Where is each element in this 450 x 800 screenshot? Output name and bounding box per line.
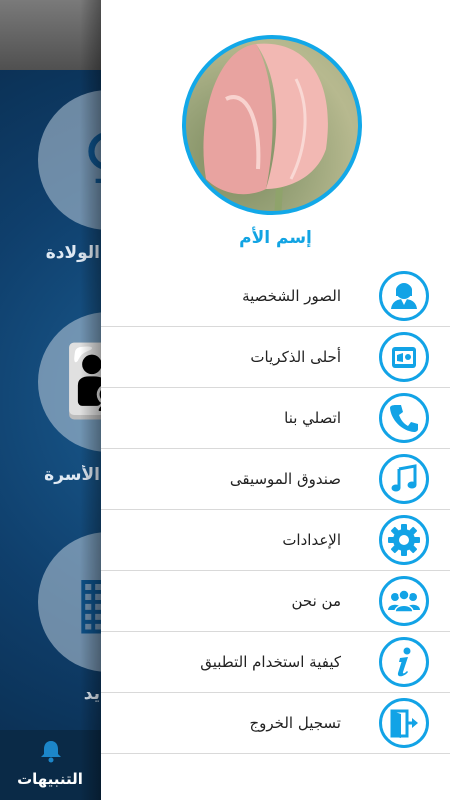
menu-item-how-to-use[interactable]: كيفية استخدام التطبيق — [101, 632, 450, 693]
menu-item-label: كيفية استخدام التطبيق — [200, 653, 341, 671]
bell-icon[interactable] — [38, 738, 64, 764]
menu-item-label: الإعدادات — [282, 531, 341, 549]
info-icon — [379, 637, 429, 687]
menu-item-music-box[interactable]: صندوق الموسيقى — [101, 449, 450, 510]
drawer-shadow — [80, 0, 102, 800]
menu-item-profile-photos[interactable]: الصور الشخصية — [101, 266, 450, 327]
mother-avatar[interactable] — [182, 35, 362, 215]
menu-item-about-us[interactable]: من نحن — [101, 571, 450, 632]
group-icon — [379, 576, 429, 626]
navigation-drawer: إسم الأم الصور الشخصية أحلى الذكريات اتص… — [101, 0, 450, 800]
menu-item-label: الصور الشخصية — [242, 287, 341, 305]
memories-icon — [379, 332, 429, 382]
tulip-photo — [203, 43, 328, 211]
menu-item-settings[interactable]: الإعدادات — [101, 510, 450, 571]
menu-item-label: صندوق الموسيقى — [229, 470, 341, 488]
menu-item-label: من نحن — [291, 592, 342, 610]
phone-icon — [379, 393, 429, 443]
menu-item-label: اتصلي بنا — [284, 409, 341, 427]
menu-item-logout[interactable]: تسجيل الخروج — [101, 693, 450, 754]
menu-item-contact-us[interactable]: اتصلي بنا — [101, 388, 450, 449]
music-note-icon — [379, 454, 429, 504]
user-avatar-icon — [379, 271, 429, 321]
menu-item-memories[interactable]: أحلى الذكريات — [101, 327, 450, 388]
menu-item-label: تسجيل الخروج — [249, 714, 341, 732]
logout-icon — [379, 698, 429, 748]
menu-item-label: أحلى الذكريات — [250, 348, 341, 366]
gear-icon — [379, 515, 429, 565]
mother-name[interactable]: إسم الأم — [101, 228, 450, 248]
